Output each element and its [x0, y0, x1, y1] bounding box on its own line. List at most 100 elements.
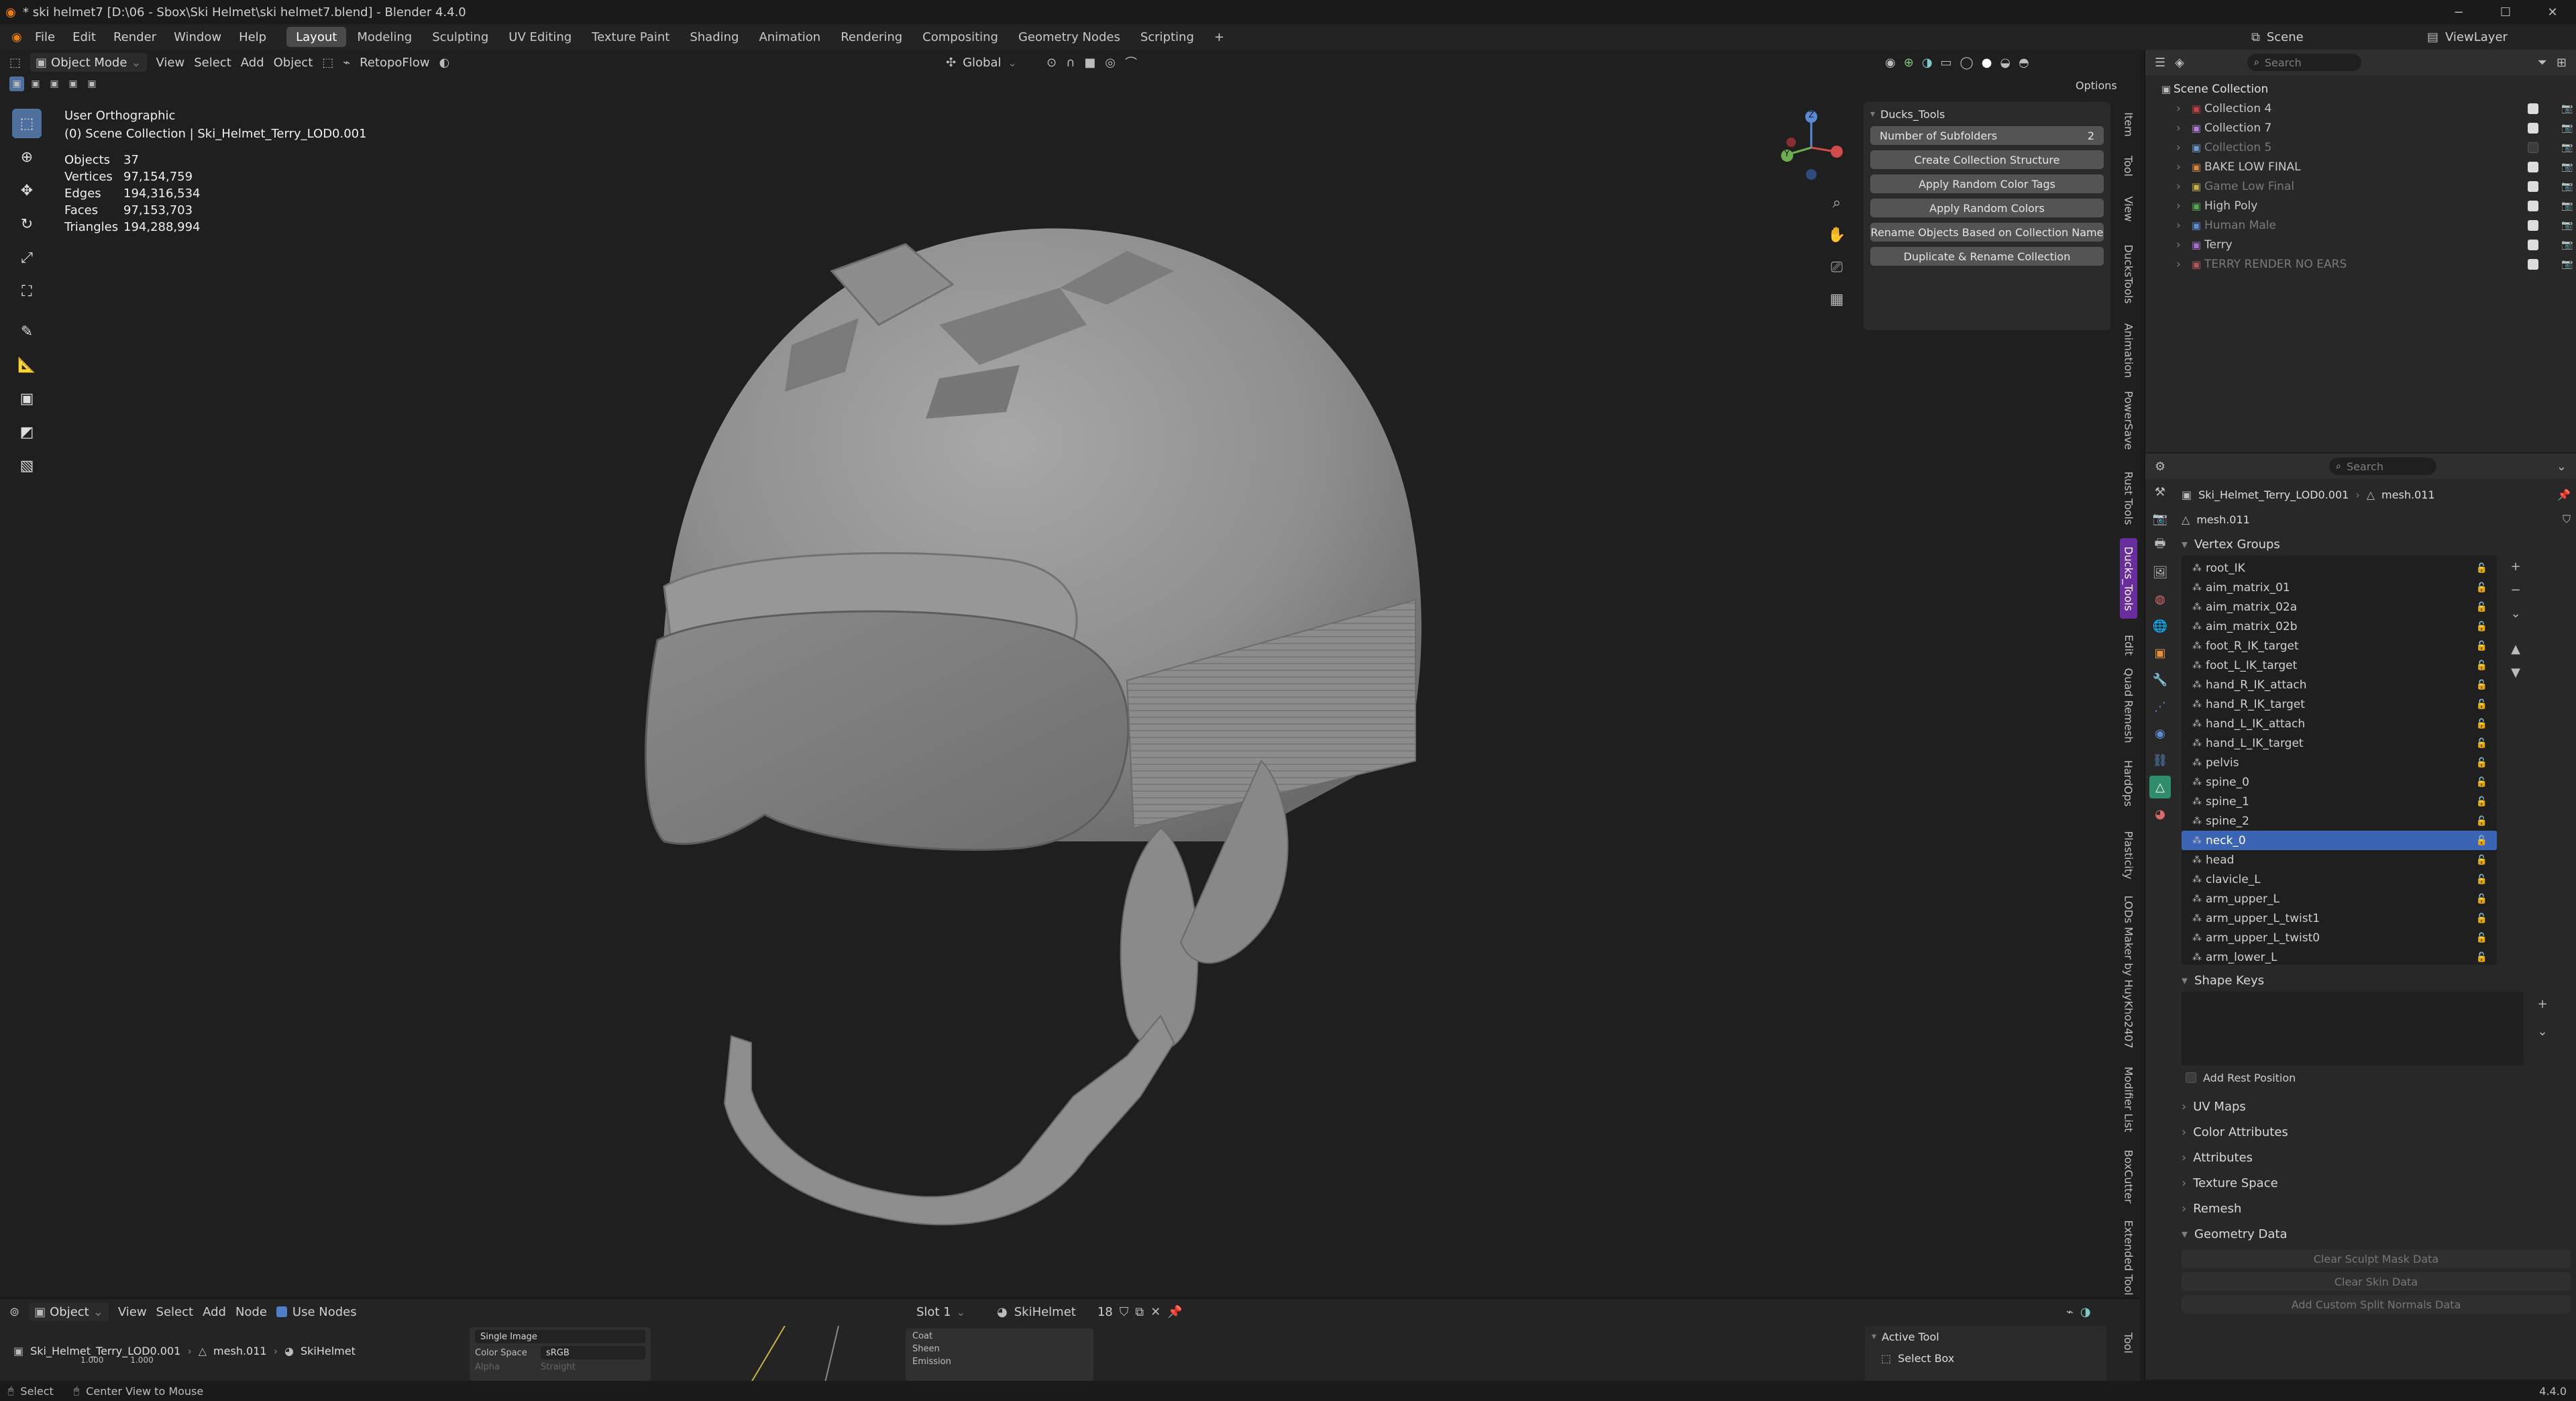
pivot-point-icon[interactable]: ⊙	[1046, 56, 1057, 70]
render-camera-icon[interactable]: 📷	[2561, 181, 2573, 192]
scene-selector[interactable]: ⧉ Scene	[2251, 30, 2304, 44]
apply-random-color-tags-button[interactable]: Apply Random Color Tags	[1870, 174, 2104, 193]
editor-type-icon[interactable]: ⬚	[9, 56, 21, 70]
outliner-collection-row[interactable]: › ▣ Human Male 📷	[2159, 215, 2576, 235]
solid-shading-icon[interactable]: ●	[1982, 56, 1992, 70]
lock-icon[interactable]: 🔓	[2476, 621, 2487, 632]
active-tool-row[interactable]: ⬚ Select Box	[1865, 1347, 2106, 1369]
node-type-dropdown[interactable]: ▣ Object ⌄	[29, 1302, 109, 1321]
add-icon[interactable]: +	[2510, 560, 2520, 574]
vertex-groups-header[interactable]: ▾ Vertex Groups	[2182, 533, 2571, 556]
helmet-model[interactable]	[590, 170, 1449, 1257]
gizmo-toggle-icon[interactable]: ⊕	[1904, 56, 1914, 70]
clear-skin-data-button[interactable]: Clear Skin Data	[2182, 1272, 2571, 1291]
lock-icon[interactable]: 🔓	[2476, 952, 2487, 963]
lock-icon[interactable]: 🔓	[2476, 641, 2487, 652]
snap-target-icon[interactable]: ■	[1084, 56, 1095, 70]
vertex-group-row[interactable]: ⁂ foot_R_IK_target 🔓	[2182, 636, 2497, 656]
move-up-icon[interactable]: ▲	[2511, 642, 2520, 656]
material-shading-icon[interactable]: ◒	[2000, 56, 2010, 70]
move-down-icon[interactable]: ▼	[2511, 666, 2520, 680]
menu-render[interactable]: Render	[113, 30, 156, 44]
minimize-button[interactable]: −	[2435, 0, 2482, 24]
viewlayer-selector[interactable]: ▤ ViewLayer	[2427, 30, 2508, 44]
select-extend-icon[interactable]: ▣	[28, 76, 43, 91]
vertex-group-row[interactable]: ⁂ arm_upper_L 🔓	[2182, 889, 2497, 909]
tab-tool-node[interactable]: Tool	[2120, 1326, 2137, 1359]
exclude-checkbox[interactable]	[2528, 142, 2538, 153]
bsdf-coat-row[interactable]: Coat	[912, 1331, 1087, 1341]
duplicate-icon[interactable]: ⧉	[1135, 1305, 1144, 1319]
lock-icon[interactable]: 🔓	[2476, 758, 2487, 768]
expand-chevron-icon[interactable]: ›	[2176, 238, 2188, 252]
tab-hardops[interactable]: HardOps	[2120, 754, 2137, 812]
scale-tool[interactable]: ⤢	[12, 243, 42, 272]
tab-compositing[interactable]: Compositing	[913, 27, 1008, 47]
maximize-button[interactable]: ☐	[2482, 0, 2529, 24]
vertex-groups-list[interactable]: ⁂ root_IK 🔓 ⁂ aim_matrix_01 🔓 ⁂ aim_matrix_02a 🔓…	[2182, 556, 2497, 965]
data-tab-icon[interactable]: △	[2149, 776, 2171, 798]
vertex-group-row[interactable]: ⁂ hand_L_IK_target 🔓	[2182, 733, 2497, 753]
vertex-group-row[interactable]: ⁂ clavicle_L 🔓	[2182, 870, 2497, 889]
outliner-search-input[interactable]: ⌕ Search	[2247, 54, 2361, 71]
lock-icon[interactable]: 🔓	[2476, 719, 2487, 729]
lock-icon[interactable]: 🔓	[2476, 796, 2487, 807]
tab-layout[interactable]: Layout	[286, 27, 347, 47]
close-window-button[interactable]: ✕	[2529, 0, 2576, 24]
principled-bsdf-node[interactable]: Coat Sheen Emission	[906, 1329, 1093, 1381]
output-tab-icon[interactable]: 🖶	[2155, 534, 2166, 557]
tab-animation-side[interactable]: Animation	[2120, 319, 2137, 381]
subfolders-field[interactable]: Number of Subfolders 2	[1870, 126, 2104, 145]
retopoflow-icon[interactable]: ◐	[439, 56, 449, 70]
expand-chevron-icon[interactable]: ›	[2176, 141, 2188, 154]
expand-chevron-icon[interactable]: ›	[2176, 160, 2188, 174]
camera-view-icon[interactable]: ⎚	[1825, 255, 1849, 279]
tab-rust-tools[interactable]: Rust Tools	[2120, 467, 2137, 529]
tab-item[interactable]: Item	[2120, 107, 2137, 141]
outliner-collection-row[interactable]: › ▣ BAKE LOW FINAL 📷	[2159, 157, 2576, 176]
tab-rendering[interactable]: Rendering	[831, 27, 912, 47]
overlays-toggle-icon[interactable]: ◑	[1922, 56, 1933, 70]
expand-chevron-icon[interactable]: ›	[2176, 219, 2188, 232]
proportional-edit-icon[interactable]: ◎	[1105, 56, 1116, 70]
tool-tab-icon[interactable]: ⚒	[2155, 480, 2165, 503]
tab-shading[interactable]: Shading	[680, 27, 748, 47]
properties-editor-icon[interactable]: ⚙	[2155, 460, 2165, 474]
vertex-group-row[interactable]: ⁂ arm_lower_L 🔓	[2182, 947, 2497, 965]
shape-keys-list[interactable]	[2182, 992, 2524, 1066]
vertex-group-row[interactable]: ⁂ aim_matrix_02b 🔓	[2182, 617, 2497, 636]
exclude-checkbox[interactable]	[2528, 161, 2538, 172]
expand-chevron-icon[interactable]: ›	[2176, 199, 2188, 213]
shader-editor[interactable]: ⊚ ▣ Object ⌄ View Select Add Node Use Node…	[0, 1298, 2140, 1382]
lock-icon[interactable]: 🔓	[2476, 835, 2487, 846]
viewport-3d[interactable]: ⬚ ▣ Object Mode ⌄ View Select Add Object ⬚…	[0, 50, 2140, 1296]
scene-tab-icon[interactable]: ◍	[2155, 588, 2165, 611]
apply-random-colors-button[interactable]: Apply Random Colors	[1870, 199, 2104, 217]
options-dropdown[interactable]: Options	[2076, 79, 2117, 92]
outliner-collection-row[interactable]: › ▣ Collection 7 📷	[2159, 118, 2576, 138]
lock-icon[interactable]: 🔓	[2476, 933, 2487, 943]
select-box-tool[interactable]: ⬚	[12, 109, 42, 138]
magnet-icon[interactable]: ∩	[1066, 56, 1075, 70]
tab-uv-editing[interactable]: UV Editing	[499, 27, 581, 47]
uv-maps-section[interactable]: › UV Maps	[2182, 1094, 2571, 1119]
properties-search-input[interactable]: ⌕ Search	[2329, 458, 2437, 475]
node-select-menu[interactable]: Select	[156, 1305, 194, 1319]
select-subtract-icon[interactable]: ▣	[47, 76, 62, 91]
extra-tool-2[interactable]: ▧	[12, 451, 42, 480]
extra-tool-1[interactable]: ◩	[12, 417, 42, 447]
visibility-icon[interactable]: ◉	[1885, 56, 1896, 70]
overlays-toggle-icon[interactable]: ◑	[2080, 1305, 2091, 1319]
tab-duckstools[interactable]: DucksTools	[2120, 242, 2137, 306]
annotate-tool[interactable]: ✎	[12, 317, 42, 346]
view-menu[interactable]: View	[156, 56, 185, 70]
texture-space-section[interactable]: › Texture Space	[2182, 1170, 2571, 1196]
attributes-section[interactable]: › Attributes	[2182, 1145, 2571, 1170]
filter-icon[interactable]: ⏷	[2538, 56, 2547, 70]
remove-icon[interactable]: −	[2510, 583, 2520, 597]
tab-tool[interactable]: Tool	[2120, 149, 2137, 183]
exclude-checkbox[interactable]	[2528, 200, 2538, 211]
geometry-data-section[interactable]: ▾ Geometry Data	[2182, 1221, 2571, 1247]
mode-dropdown[interactable]: ▣ Object Mode ⌄	[30, 53, 147, 72]
render-camera-icon[interactable]: 📷	[2561, 201, 2573, 211]
